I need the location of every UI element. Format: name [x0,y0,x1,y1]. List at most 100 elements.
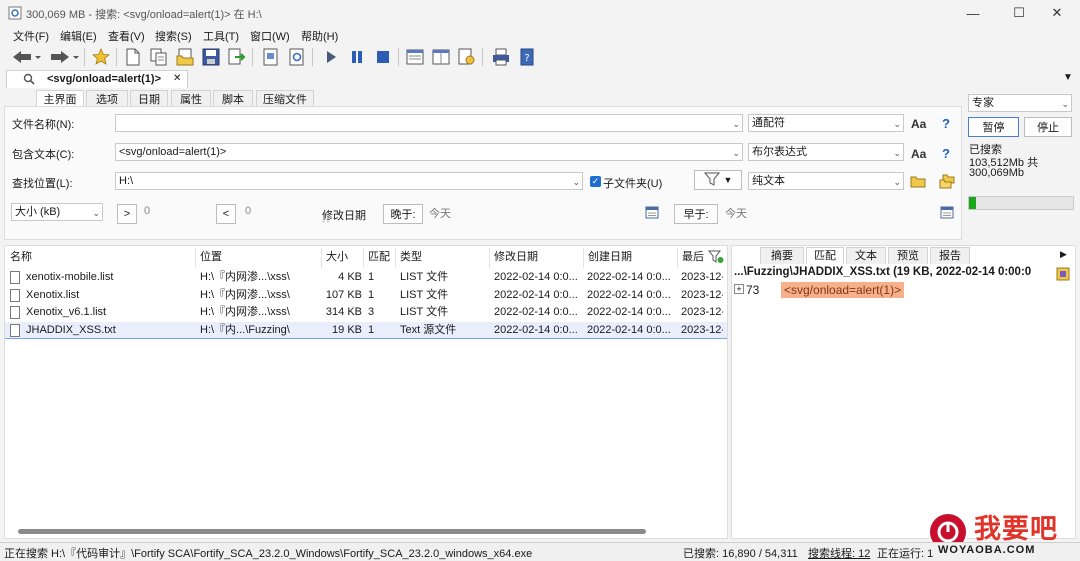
horizontal-scrollbar[interactable] [18,529,646,534]
forward-icon[interactable] [48,46,80,68]
pause-button[interactable]: 暂停 [968,117,1019,137]
chevron-down-icon[interactable]: ⌄ [732,145,740,160]
filename-mode-select[interactable]: 通配符 ⌄ [748,114,904,132]
less-than-button[interactable]: < [216,204,236,224]
close-button[interactable]: ✕ [1034,0,1080,26]
chevron-down-icon[interactable]: ⌄ [1061,96,1069,112]
menu-window[interactable]: 窗口(W) [250,28,290,44]
chevron-down-icon[interactable]: ⌄ [572,174,580,189]
tab-matches[interactable]: 匹配 [806,247,844,264]
tab-preview[interactable]: 预览 [888,247,928,264]
column-type[interactable]: 类型 [396,248,490,268]
stop-icon[interactable] [372,46,394,68]
later-than-value[interactable]: 今天 [429,205,451,221]
later-than-button[interactable]: 晚于: [383,204,423,224]
column-modified[interactable]: 修改日期 [490,248,584,268]
pause-icon[interactable] [346,46,368,68]
subfolder-checkbox[interactable]: ✓ [590,176,601,187]
filename-input[interactable]: ⌄ [115,114,743,132]
tab-main[interactable]: 主界面 [36,90,84,107]
case-sensitive-icon[interactable]: Aa [911,117,926,131]
filter-button[interactable]: ▼ [694,170,742,190]
location-input[interactable]: H:\ ⌄ [115,172,583,190]
export-icon[interactable] [226,46,248,68]
column-location[interactable]: 位置 [196,248,322,268]
menu-edit[interactable]: 编辑(E) [60,28,97,44]
column-match[interactable]: 匹配 [364,248,396,268]
tab-attributes[interactable]: 属性 [171,90,211,107]
calendar-icon[interactable] [940,205,954,222]
size-unit-select[interactable]: 大小 (kB) ⌄ [11,203,103,221]
column-name[interactable]: 名称 [6,248,196,268]
earlier-than-value[interactable]: 今天 [725,205,747,221]
search-tab[interactable]: <svg/onload=alert(1)> ✕ [6,70,188,88]
menu-help[interactable]: 帮助(H) [301,28,338,44]
minimize-button[interactable]: — [950,0,996,26]
cell-last: 2023-12-... [681,306,723,318]
open-folder-icon[interactable] [174,46,196,68]
filename-label: 文件名称(N): [12,119,75,131]
report-icon[interactable] [260,46,282,68]
settings-gear-icon[interactable] [456,46,478,68]
cell-name: Xenotix.list [26,288,80,301]
tab-text[interactable]: 文本 [846,247,886,264]
min-size-value[interactable]: 0 [144,205,150,217]
window-title: 300,069 MB - 搜索: <svg/onload=alert(1)> 在… [26,9,262,21]
multi-folder-icon[interactable] [939,174,955,192]
favorites-star-icon[interactable] [90,46,112,68]
column-size[interactable]: 大小 [322,248,364,268]
tab-script[interactable]: 脚本 [213,90,253,107]
tab-overflow-arrow[interactable]: ▼ [1063,72,1073,83]
help-icon[interactable]: ? [942,146,950,161]
columns-icon[interactable] [430,46,452,68]
chevron-down-icon[interactable]: ⌄ [893,145,901,161]
chevron-down-icon[interactable]: ⌄ [893,116,901,132]
column-filter-icon[interactable] [707,250,724,267]
stop-button[interactable]: 停止 [1024,117,1072,137]
print-icon[interactable] [490,46,512,68]
help-icon[interactable]: ? [942,116,950,131]
open-file-icon[interactable] [1056,267,1070,284]
cell-loc: H:\『内网渗...\xss\ [200,306,290,318]
copy-documents-icon[interactable] [148,46,170,68]
total-amount: 300,069Mb [969,167,1025,179]
case-sensitive-icon[interactable]: Aa [911,147,926,161]
save-icon[interactable] [200,46,222,68]
preview-icon[interactable] [286,46,308,68]
menu-tools[interactable]: 工具(T) [203,28,239,44]
chevron-down-icon[interactable]: ⌄ [893,174,901,190]
content-mode-select[interactable]: 布尔表达式 ⌄ [748,143,904,161]
location-mode-select[interactable]: 纯文本 ⌄ [748,172,904,190]
play-icon[interactable] [320,46,342,68]
tab-options[interactable]: 选项 [86,90,128,107]
tab-scroll-right-icon[interactable]: ▶ [1060,249,1067,260]
menu-view[interactable]: 查看(V) [108,28,145,44]
tab-archives[interactable]: 压缩文件 [256,90,314,107]
tab-summary[interactable]: 摘要 [760,247,804,264]
browse-folder-icon[interactable] [910,175,926,191]
close-tab-icon[interactable]: ✕ [173,73,181,84]
greater-than-button[interactable]: > [117,204,137,224]
menu-file[interactable]: 文件(F) [13,28,49,44]
column-last[interactable]: 最后 [678,248,704,268]
new-document-icon[interactable] [122,46,144,68]
file-icon [10,271,20,284]
calendar-icon[interactable] [645,205,659,222]
max-size-value[interactable]: 0 [245,205,251,217]
layout-icon[interactable] [404,46,426,68]
tab-report[interactable]: 报告 [930,247,970,264]
tab-date[interactable]: 日期 [130,90,168,107]
help-book-icon[interactable]: ? [516,46,538,68]
status-threads[interactable]: 搜索线程: 12 [808,545,870,561]
menu-search[interactable]: 搜索(S) [155,28,192,44]
chevron-down-icon[interactable]: ⌄ [92,205,100,221]
profile-select[interactable]: 专家 ⌄ [968,94,1072,112]
back-icon[interactable] [10,46,42,68]
expand-icon[interactable]: + [734,284,744,294]
earlier-than-button[interactable]: 早于: [674,204,718,224]
chevron-down-icon[interactable]: ⌄ [732,116,740,131]
file-icon [10,288,20,302]
column-created[interactable]: 创建日期 [584,248,678,268]
match-highlight[interactable]: <svg/onload=alert(1)> [781,282,905,298]
content-input[interactable]: <svg/onload=alert(1)> ⌄ [115,143,743,161]
